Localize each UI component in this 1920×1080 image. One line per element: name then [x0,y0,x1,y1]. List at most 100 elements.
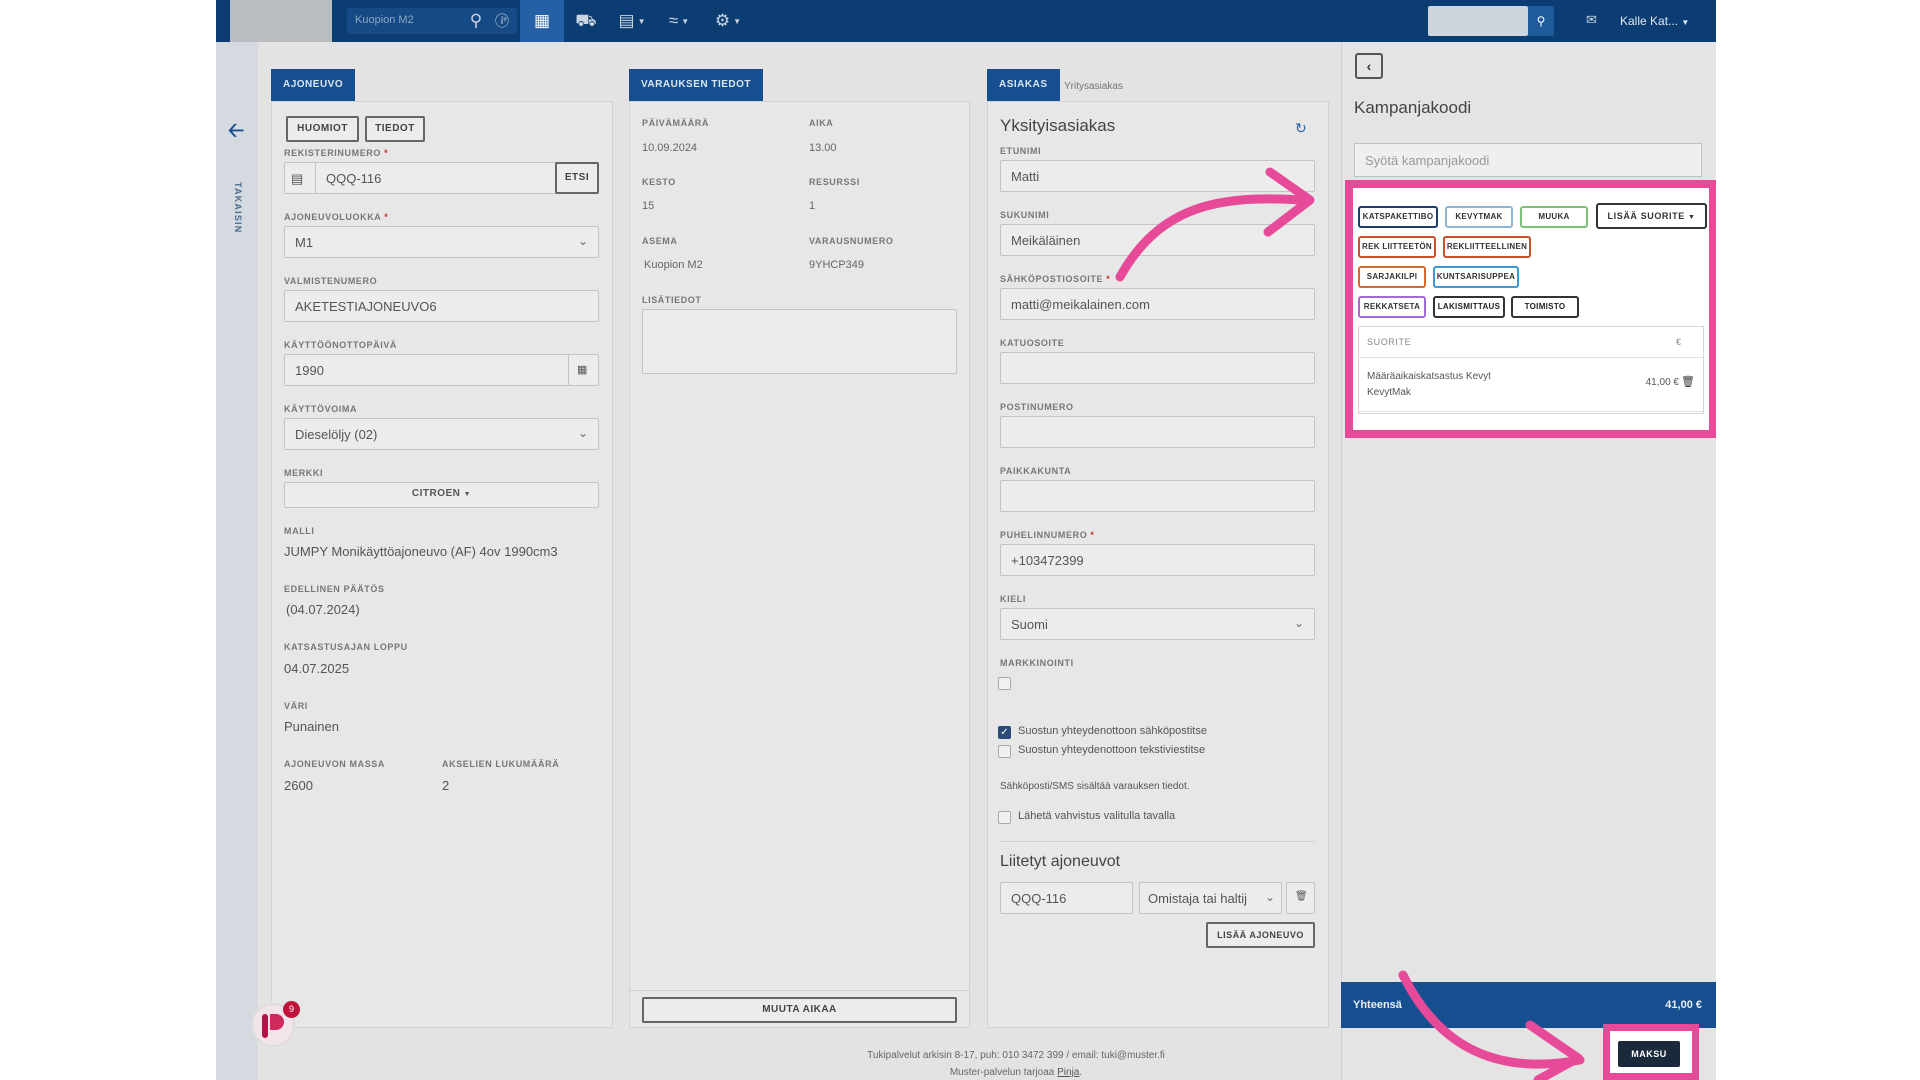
reg-number-input[interactable]: QQQ-116 [315,162,556,194]
service-chip[interactable]: SARJAKILPI [1358,266,1426,288]
search-icon[interactable]: ⚲ [462,0,490,42]
tab-vehicle[interactable]: AJONEUVO [271,69,356,101]
user-name: Kalle Kat... [1620,14,1679,28]
global-search-button[interactable]: ⚲ [1528,6,1554,36]
service-chip[interactable]: KEVYTMAK [1445,206,1513,228]
axles-label: AKSELIEN LUKUMÄÄRÄ [442,759,560,769]
city-input[interactable] [1000,480,1315,512]
vin-label: VALMISTENUMERO [284,276,378,286]
info-text: Sähköposti/SMS sisältää varauksen tiedot… [1000,781,1190,792]
model-value: JUMPY Monikäyttöajoneuvo (AF) 4ov 1990cm… [284,544,558,559]
linked-vehicle-reg-input[interactable]: QQQ-116 [1000,882,1133,914]
location-select-value: Kuopion M2 [355,14,414,26]
trash-icon[interactable]: 🗑 [1681,375,1695,388]
footer-provider-link[interactable]: Pinja [1057,1067,1079,1078]
info-button[interactable]: TIEDOT [365,116,425,142]
street-input[interactable] [1000,352,1315,384]
service-chip[interactable]: REKLIITTEELLINEN [1443,236,1531,258]
consent-email-checkbox[interactable]: ✓ [998,726,1011,739]
total-label: Yhteensä [1353,999,1402,1011]
consent-sms-checkbox[interactable] [998,745,1011,758]
reservation-number-label: VARAUSNUMERO [809,236,894,246]
street-label: KATUOSOITE [1000,338,1065,348]
reservation-panel: PÄIVÄMÄÄRÄ 10.09.2024 AIKA 13.00 KESTO 1… [629,101,970,1028]
send-confirmation-checkbox[interactable] [998,811,1011,824]
zip-input[interactable] [1000,416,1315,448]
duration-label: KESTO [642,177,676,187]
vehicle-class-value: M1 [295,235,314,250]
fuel-select[interactable]: Dieselöljy (02) ⌄ [284,418,599,450]
add-service-button[interactable]: LISÄÄ SUORITE ▼ [1596,203,1707,229]
app-window: Kuopion M2 ▼ ⚲ ⓘ ▦ ⛟ ▤ ▼ ≈ ▼ ⚙ ▼ ⚲ ✉ Kalle … [216,0,1716,1080]
email-label: SÄHKÖPOSTIOSOITE * [1000,274,1111,284]
first-name-input[interactable]: Matti [1000,160,1315,192]
service-name-line-2: KevytMak [1367,387,1411,398]
vin-input[interactable]: AKETESTIAJONEUVO6 [284,290,599,322]
trash-icon[interactable]: 🗑 [1286,882,1315,914]
table-row-price: 41,00 € [1645,377,1679,388]
services-box: KATSPAKETTIBO KEVYTMAK MUUKA LISÄÄ SUORI… [1345,180,1716,438]
customer-panel: Yksityisasiakas ↻ ETUNIMI Matti SUKUNIMI… [987,101,1329,1028]
mail-icon[interactable]: ✉ [1586,12,1597,28]
clipboard-icon[interactable]: ▤ ▼ [610,0,654,42]
chevron-down-icon: ▼ [463,491,472,498]
last-name-input[interactable]: Meikäläinen [1000,224,1315,256]
color-label: VÄRI [284,701,308,711]
service-chip[interactable]: KATSPAKETTIBO [1358,206,1438,228]
service-chip[interactable]: KUNTSARISUPPEA [1433,266,1519,288]
change-time-button[interactable]: MUUTA AIKAA [642,997,957,1023]
linked-vehicle-role-select[interactable]: Omistaja tai haltij ⌄ [1139,882,1282,914]
extra-info-textarea[interactable] [642,309,957,374]
class-label: AJONEUVOLUOKKA * [284,212,389,222]
notes-button[interactable]: HUOMIOT [286,116,359,142]
footer-provider: Muster-palvelun tarjoaa Pinja. [836,1064,1196,1080]
language-select[interactable]: Suomi ⌄ [1000,608,1315,640]
app-logo[interactable] [230,0,332,42]
tab-customer-company[interactable]: Yritysasiakas [1064,81,1123,92]
service-chip[interactable]: TOIMISTO [1511,296,1579,318]
chart-icon[interactable]: ≈ ▼ [656,0,702,42]
model-label: MALLI [284,526,315,536]
info-icon[interactable]: ⓘ [488,0,516,42]
tab-customer-private[interactable]: ASIAKAS [987,69,1060,101]
calendar-icon[interactable]: ▦ [568,354,599,386]
campaign-code-input[interactable]: Syötä kampanjakoodi [1354,143,1702,177]
inspection-end-value: 04.07.2025 [284,661,350,676]
pay-button[interactable]: MAKSU [1618,1041,1680,1067]
table-header-service: SUORITE [1367,337,1412,347]
chevron-down-icon: ⌄ [577,426,588,440]
make-select[interactable]: CITROEN ▼ [284,482,599,508]
service-chip[interactable]: MUUKA [1520,206,1588,228]
global-search-input[interactable] [1428,6,1528,36]
zip-label: POSTINUMERO [1000,402,1074,412]
footer-provider-text: Muster-palvelun tarjoaa [949,1067,1058,1078]
search-vehicle-button[interactable]: ETSI [555,162,599,194]
refresh-icon[interactable]: ↻ [1295,120,1307,137]
language-label: KIELI [1000,594,1027,604]
consent-sms-label: Suostun yhteydenottoon tekstiviestitse [1018,744,1206,756]
marketing-checkbox[interactable] [998,677,1011,690]
email-input[interactable]: matti@meikalainen.com [1000,288,1315,320]
tab-reservation[interactable]: VARAUKSEN TIEDOT [629,69,764,101]
date-value: 10.09.2024 [642,142,698,154]
service-chip[interactable]: LAKISMITTAUS [1433,296,1505,318]
chat-widget[interactable]: 9 [251,1001,300,1047]
add-vehicle-button[interactable]: LISÄÄ AJONEUVO [1206,922,1315,948]
language-value: Suomi [1011,617,1048,632]
search-icon: ⚲ [1536,14,1546,28]
car-icon[interactable]: ⛟ [566,0,606,42]
reg-date-input[interactable]: 1990 [284,354,569,386]
mass-value: 2600 [284,778,313,793]
divider [1359,411,1703,412]
user-menu[interactable]: Kalle Kat... ▼ [1620,14,1689,28]
gear-icon[interactable]: ⚙ ▼ [706,0,750,42]
phone-input[interactable]: +103472399 [1000,544,1315,576]
service-chip[interactable]: REK LIITTEETÖN [1358,236,1436,258]
chevron-left-icon[interactable]: ‹ [1355,53,1383,79]
calendar-icon[interactable]: ▦ [520,0,564,42]
vehicle-class-select[interactable]: M1 ⌄ [284,226,599,258]
service-chip[interactable]: REKKATSETA [1358,296,1426,318]
resource-value: 1 [809,200,816,212]
back-arrow-icon[interactable]: 🡠 [228,116,244,150]
back-column[interactable]: 🡠 TAKAISIN [216,42,258,1080]
